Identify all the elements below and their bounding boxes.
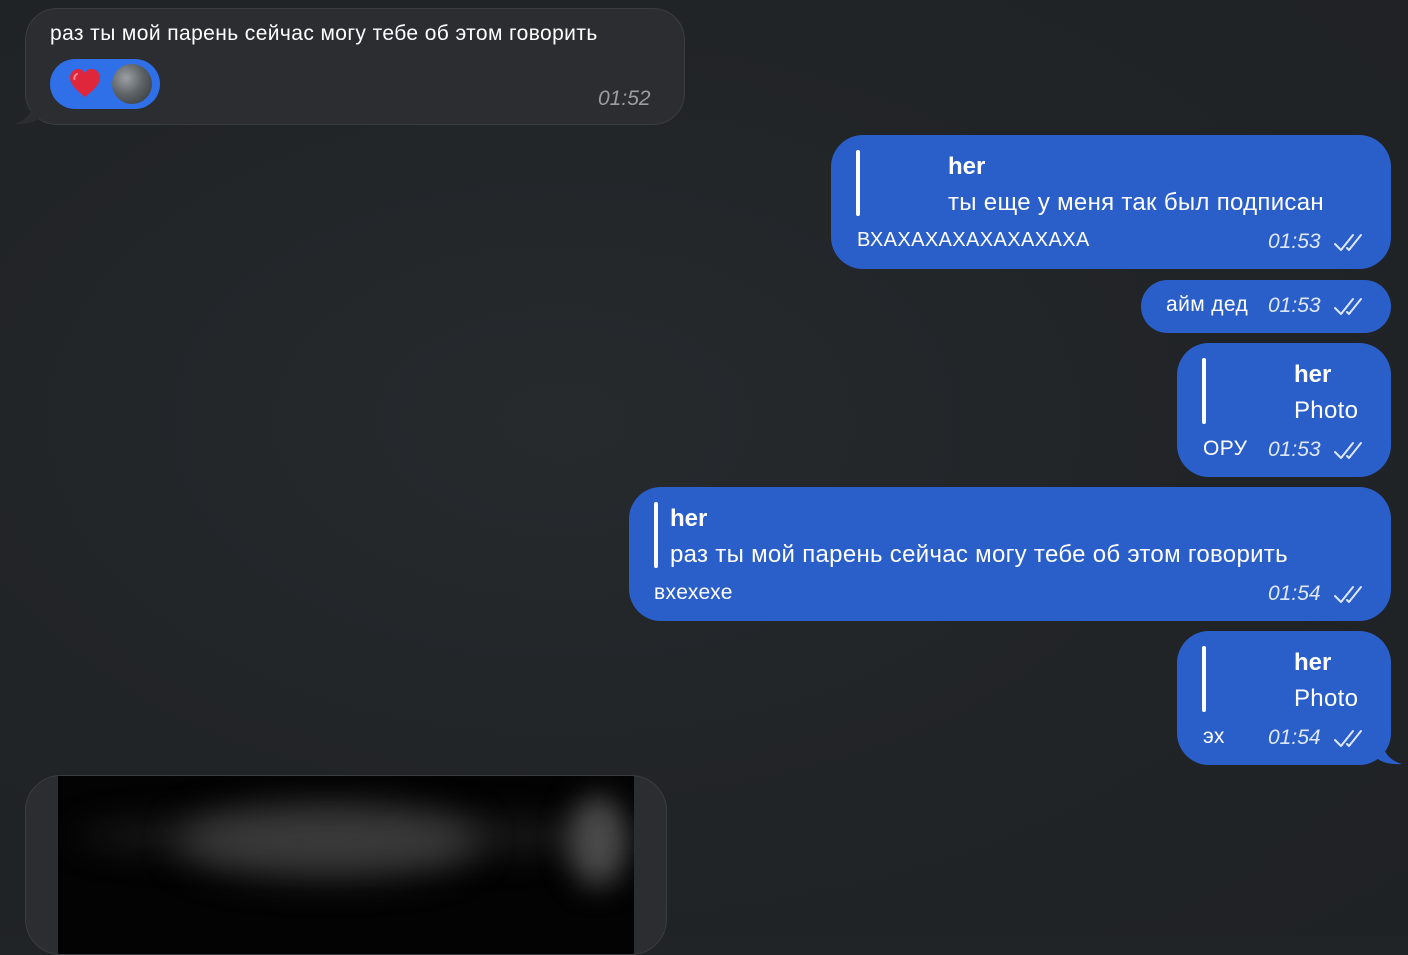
bubble-tail: [14, 98, 42, 125]
message-text: ВХАХАХАХАХАХАХАХА: [857, 229, 1090, 251]
photo-blur-area: [568, 796, 628, 886]
reply-text: Photo: [1294, 397, 1359, 424]
reply-author: her: [1294, 361, 1332, 388]
outgoing-message[interactable]: her ты еще у меня так был подписан ВХАХА…: [831, 135, 1391, 269]
reply-quote-bar: [856, 150, 860, 216]
outgoing-message[interactable]: her Photo эх 01:54: [1177, 631, 1391, 765]
reaction-badge[interactable]: [50, 59, 160, 109]
message-time: 01:53: [1268, 230, 1321, 253]
double-check-icon: [1334, 234, 1362, 251]
incoming-message[interactable]: раз ты мой парень сейчас могу тебе об эт…: [25, 8, 685, 125]
message-time: 01:54: [1268, 582, 1321, 605]
double-check-icon: [1334, 442, 1362, 459]
heart-icon: [68, 67, 102, 101]
reply-text: ты еще у меня так был подписан: [948, 189, 1324, 216]
reply-quote-bar: [654, 502, 658, 568]
message-time: 01:54: [1268, 726, 1321, 749]
reply-quote-bar: [1202, 358, 1206, 424]
blurred-photo[interactable]: [58, 776, 634, 954]
reply-author: her: [948, 153, 986, 180]
message-time: 01:52: [598, 87, 651, 110]
reply-author: her: [670, 505, 708, 532]
reactor-avatar[interactable]: [112, 64, 152, 104]
message-time: 01:53: [1268, 294, 1321, 317]
double-check-icon: [1334, 298, 1362, 315]
reply-text: раз ты мой парень сейчас могу тебе об эт…: [670, 541, 1288, 568]
message-text: ОРУ: [1203, 437, 1248, 460]
message-time: 01:53: [1268, 438, 1321, 461]
double-check-icon: [1334, 730, 1362, 747]
reply-quote-bar: [1202, 646, 1206, 712]
reply-text: Photo: [1294, 685, 1359, 712]
message-text: раз ты мой парень сейчас могу тебе об эт…: [50, 22, 598, 45]
reply-author: her: [1294, 649, 1332, 676]
message-text: айм дед: [1166, 293, 1249, 316]
outgoing-message[interactable]: айм дед 01:53: [1141, 280, 1391, 333]
outgoing-message[interactable]: her раз ты мой парень сейчас могу тебе о…: [629, 487, 1391, 621]
message-text: вхехехе: [654, 581, 733, 604]
photo-message[interactable]: [25, 775, 667, 955]
photo-blur-area: [178, 806, 478, 876]
bubble-tail: [1374, 738, 1402, 765]
outgoing-message[interactable]: her Photo ОРУ 01:53: [1177, 343, 1391, 477]
chat-history[interactable]: раз ты мой парень сейчас могу тебе об эт…: [0, 0, 1408, 955]
double-check-icon: [1334, 586, 1362, 603]
message-text: эх: [1203, 725, 1225, 748]
